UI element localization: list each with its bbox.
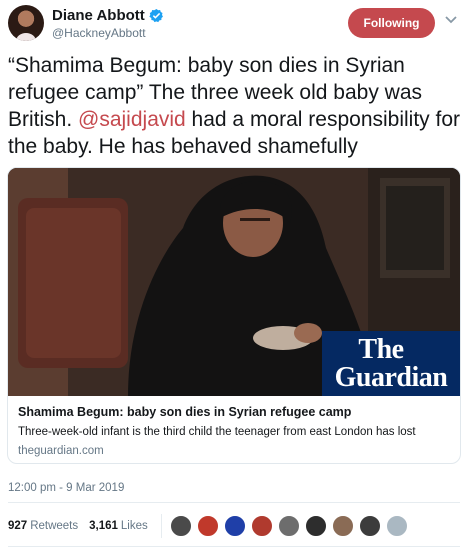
- chevron-down-icon[interactable]: [444, 12, 458, 26]
- guardian-logo: The Guardian: [322, 331, 460, 396]
- likes-count[interactable]: 3,161: [89, 520, 118, 532]
- card-text: Shamima Begum: baby son dies in Syrian r…: [18, 404, 450, 457]
- guardian-logo-line1: The: [358, 333, 404, 365]
- author-display-name[interactable]: Diane Abbott: [52, 7, 145, 24]
- liker-avatar-7[interactable]: [331, 515, 354, 537]
- author-name-row: Diane Abbott: [52, 7, 164, 24]
- liker-avatar-3[interactable]: [223, 515, 246, 537]
- guardian-logo-line2: Guardian: [334, 361, 448, 393]
- liker-avatar-9[interactable]: [385, 515, 408, 537]
- card-description: Three-week-old infant is the third child…: [18, 426, 416, 438]
- card-image[interactable]: The Guardian: [8, 168, 460, 396]
- following-button[interactable]: Following: [348, 8, 435, 38]
- tweet-text: “Shamima Begum: baby son dies in Syrian …: [8, 52, 460, 160]
- divider: [8, 502, 460, 503]
- author-handle[interactable]: @HackneyAbbott: [52, 26, 146, 40]
- liker-avatar-6[interactable]: [304, 515, 327, 537]
- verified-badge-icon: [149, 8, 163, 23]
- liker-avatar-5[interactable]: [277, 515, 300, 537]
- stats-separator: [160, 514, 162, 538]
- tweet: Diane Abbott @HackneyAbbott Following “S…: [0, 0, 466, 550]
- liker-avatar-8[interactable]: [358, 515, 381, 537]
- mention-link[interactable]: @sajidjavid: [78, 108, 186, 131]
- link-card[interactable]: The Guardian Shamima Begum: baby son die…: [7, 167, 461, 464]
- likes-label[interactable]: Likes: [121, 520, 148, 532]
- liker-avatars: [169, 515, 413, 537]
- liker-avatar-2[interactable]: [196, 515, 219, 537]
- tweet-timestamp[interactable]: 12:00 pm - 9 Mar 2019: [8, 482, 124, 494]
- liker-avatar-1[interactable]: [169, 515, 192, 537]
- retweets-count[interactable]: 927: [8, 520, 27, 532]
- divider: [8, 546, 460, 547]
- card-title[interactable]: Shamima Begum: baby son dies in Syrian r…: [18, 404, 450, 420]
- author-avatar[interactable]: [8, 5, 44, 41]
- card-domain: theguardian.com: [18, 445, 104, 457]
- retweets-label[interactable]: Retweets: [30, 520, 78, 532]
- stats-row: 927 Retweets 3,161 Likes: [8, 514, 413, 538]
- liker-avatar-4[interactable]: [250, 515, 273, 537]
